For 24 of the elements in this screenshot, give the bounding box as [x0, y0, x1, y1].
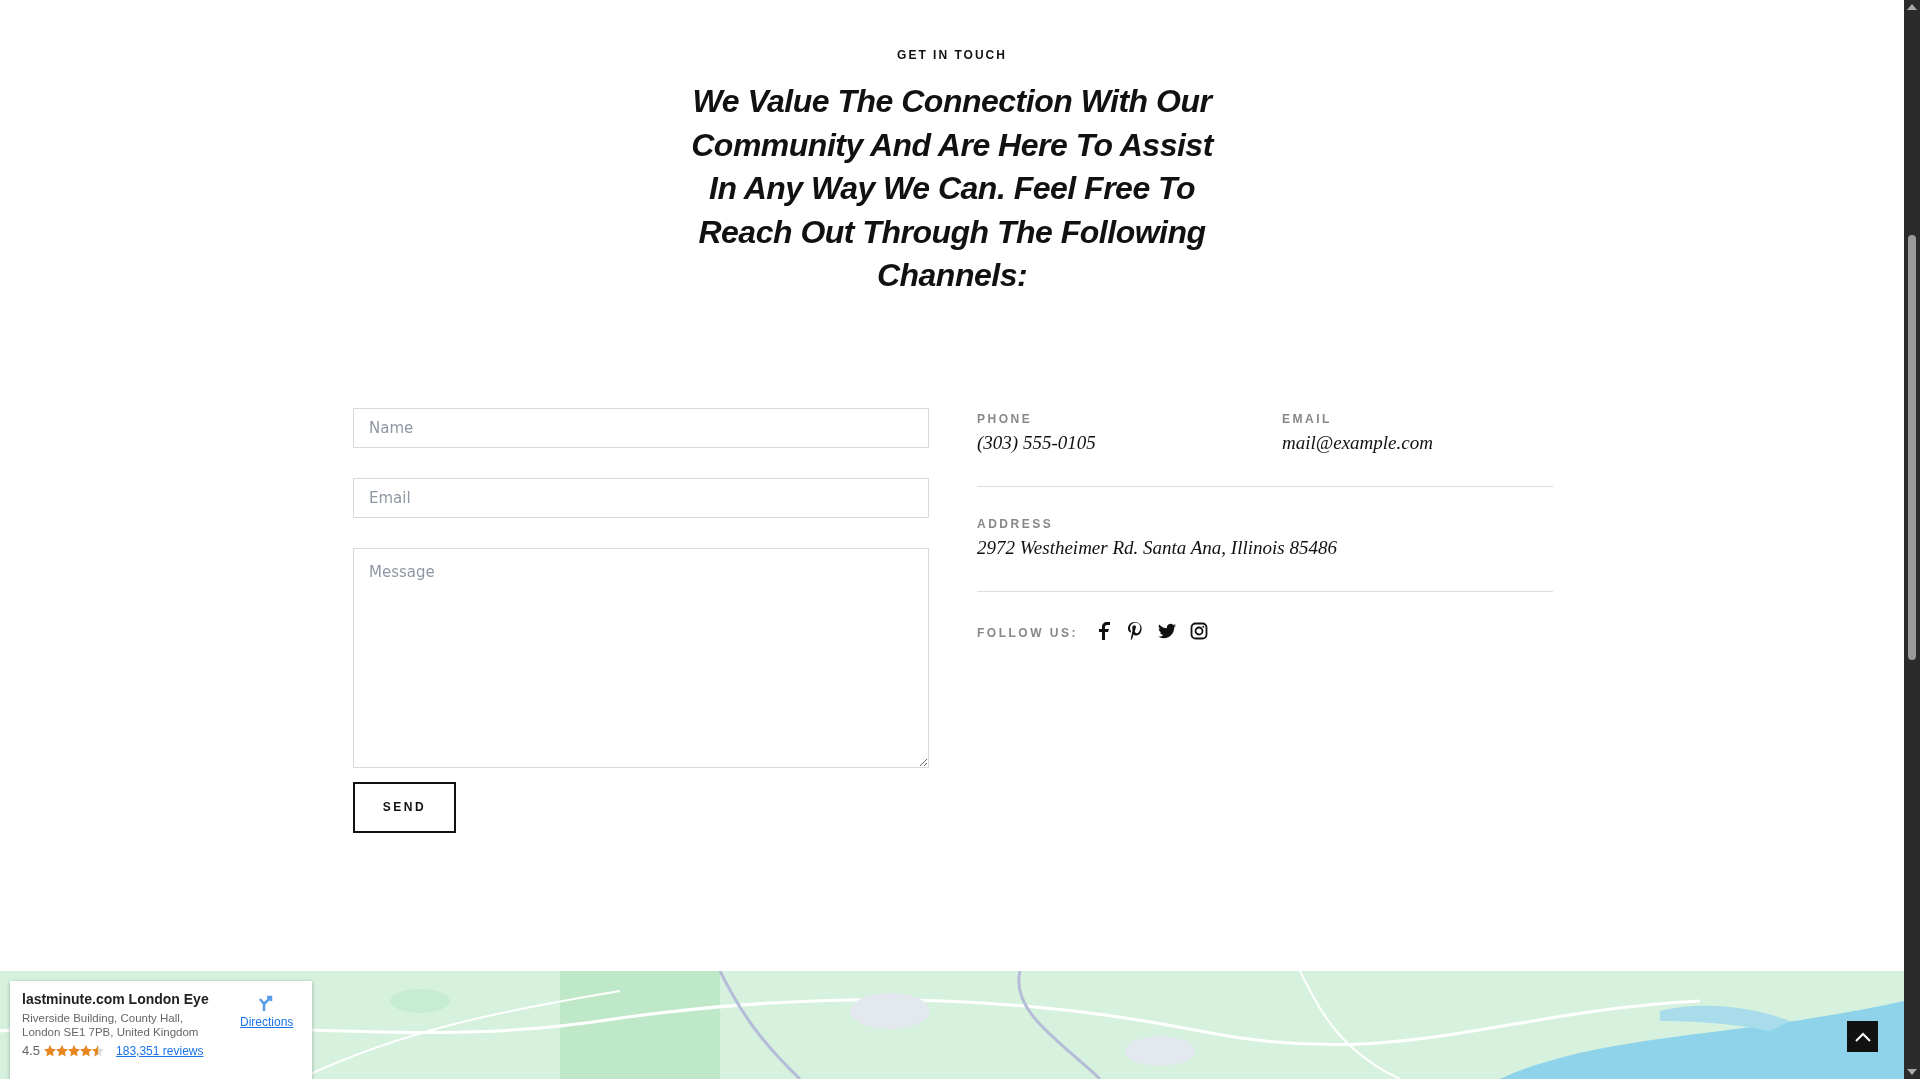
scrollbar[interactable] [1904, 0, 1920, 1079]
send-button[interactable]: SEND [353, 781, 456, 833]
input-field[interactable]: Name [353, 407, 929, 448]
place-address: Riverside Building, County Hall, [22, 1011, 185, 1025]
chevron-up-icon [1854, 1031, 1871, 1042]
directions-label: Directions [240, 1015, 294, 1029]
contact-label: ADDRESS [977, 516, 1055, 531]
directions-link[interactable]: Directions [240, 995, 294, 1079]
contact-value: (303) 555-0105 [977, 431, 1097, 454]
section-heading: We Value The Connection With Our Community And Are Here To Assist In Any Way We Can. Feel Free To Reach Out Through The Following Channels: [690, 82, 1216, 295]
contact-label: EMAIL [1282, 411, 1333, 426]
contact-value: 2972 Westheimer Rd. Santa Ana, Illinois 85486 [977, 536, 1338, 559]
contact-label: PHONE [977, 411, 1034, 426]
rating-value: 4.5 [22, 1043, 41, 1058]
section-eyebrow: GET IN TOUCH [897, 48, 1007, 62]
back-to-top-button[interactable] [1847, 1021, 1878, 1052]
place-name: lastminute.com London Eye [22, 991, 210, 1007]
follow-label: FOLLOW US: [977, 625, 1078, 640]
input-field[interactable]: Email [353, 477, 929, 518]
place-address: London SE1 7PB, United Kingdom [22, 1025, 200, 1039]
contact-value: mail@example.com [1282, 431, 1434, 454]
message-field[interactable]: Message [353, 547, 929, 768]
directions-icon [258, 995, 275, 1011]
reviews-link[interactable]: 183,351 reviews [116, 1043, 204, 1058]
